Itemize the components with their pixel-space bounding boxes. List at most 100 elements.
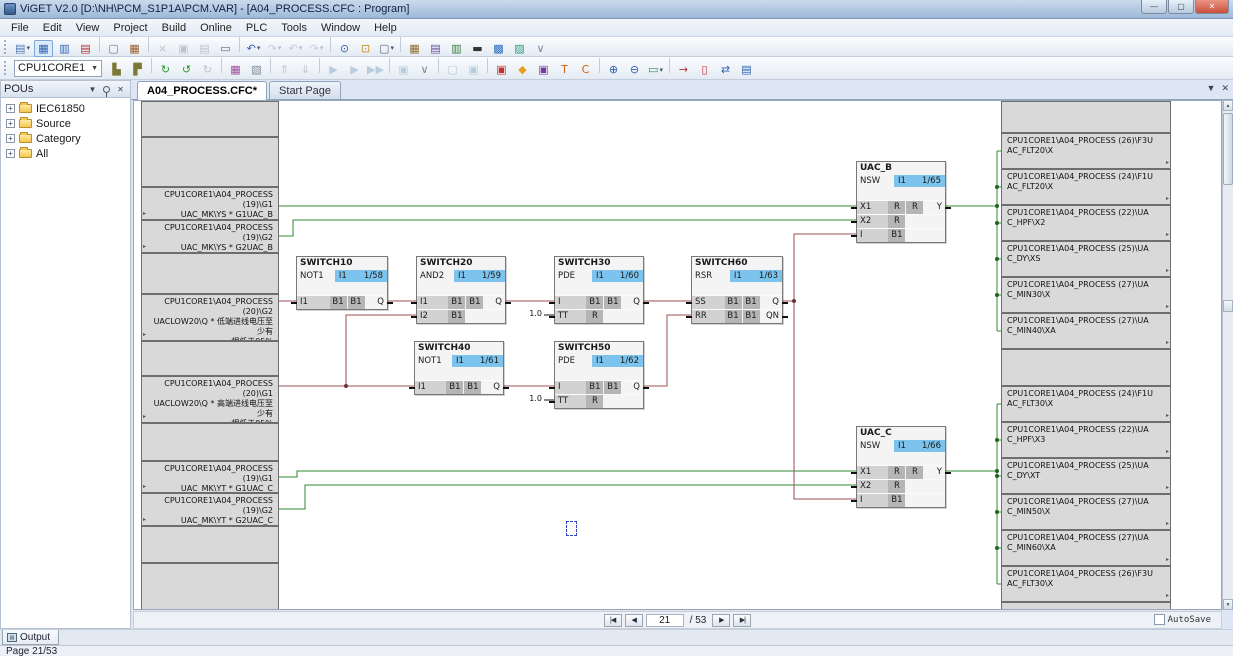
toolbar-overflow[interactable]: ∨ bbox=[531, 40, 550, 57]
save-all-button[interactable]: ▥ bbox=[55, 40, 74, 57]
navigate-forward-button[interactable]: ↷ bbox=[307, 40, 326, 57]
toolbar-grip[interactable] bbox=[4, 40, 8, 54]
package-button[interactable]: ▦ bbox=[125, 40, 144, 57]
left-margin-connector[interactable]: CPU1CORE1\A04_PROCESS (19)\G2 UAC_MK\YS … bbox=[141, 220, 279, 253]
plc-debug-button[interactable]: ▣ bbox=[534, 61, 553, 78]
preview-button[interactable]: ▧ bbox=[247, 61, 266, 78]
zoom-fit-button[interactable]: ▭ bbox=[646, 61, 665, 78]
export-button[interactable]: ▤ bbox=[76, 40, 95, 57]
right-margin-connector[interactable]: CPU1CORE1\A04_PROCESS (27)\UA C_MIN30\X▸ bbox=[1001, 277, 1171, 313]
new-file-button[interactable]: ▤ bbox=[13, 40, 32, 57]
scrollbar-marker[interactable] bbox=[1223, 300, 1233, 312]
left-margin-connector[interactable]: CPU1CORE1\A04_PROCESS (20)\G2 UACLOW20\Q… bbox=[141, 294, 279, 341]
page-setup-button[interactable]: ▢ bbox=[104, 40, 123, 57]
function-block-uac_c[interactable]: UAC_CNSWI11/66X1RRYX2RIB1 bbox=[856, 426, 946, 508]
output-window-button[interactable]: ▬ bbox=[468, 40, 487, 57]
input-pin[interactable]: I1B1 bbox=[417, 296, 465, 309]
run-button[interactable]: ▶ bbox=[324, 61, 343, 78]
right-margin-connector[interactable]: CPU1CORE1\A04_PROCESS (22)\UA C_HPF\X3▸ bbox=[1001, 422, 1171, 458]
redo-button[interactable]: ↷ bbox=[265, 40, 284, 57]
function-block-switch20[interactable]: SWITCH20AND2I11/59I1B1B1QI2B1 bbox=[416, 256, 506, 324]
cfc-page[interactable]: CPU1CORE1\A04_PROCESS (19)\G1 UAC_MK\YS … bbox=[133, 100, 1222, 610]
toolbar-overflow[interactable]: ∨ bbox=[415, 61, 434, 78]
stop-button[interactable]: ▣ bbox=[394, 61, 413, 78]
scroll-down-icon[interactable]: ▼ bbox=[1223, 599, 1233, 610]
menu-plc[interactable]: PLC bbox=[239, 21, 274, 35]
right-margin-connector-empty[interactable] bbox=[1001, 349, 1171, 386]
type-t-button[interactable]: T bbox=[555, 61, 574, 78]
left-margin-connector-empty[interactable] bbox=[141, 563, 279, 610]
plc-connect-button[interactable]: ◆ bbox=[513, 61, 532, 78]
copy-button[interactable]: ▣ bbox=[174, 40, 193, 57]
maximize-button[interactable]: ▢ bbox=[1168, 0, 1194, 14]
menu-file[interactable]: File bbox=[4, 21, 36, 35]
output-panel-tab[interactable]: ▤ Output bbox=[2, 630, 59, 645]
constant-value[interactable]: 1.0 bbox=[516, 394, 542, 403]
print-button[interactable]: ▭ bbox=[216, 40, 235, 57]
plc-monitor-button[interactable]: ▣ bbox=[492, 61, 511, 78]
window-list-button[interactable]: ▢ bbox=[377, 40, 396, 57]
expand-icon[interactable]: + bbox=[6, 119, 15, 128]
pointer-mode-button[interactable]: → bbox=[674, 61, 693, 78]
output-pin[interactable]: Q bbox=[481, 381, 503, 394]
tree-item-all[interactable]: +All bbox=[1, 146, 130, 161]
function-block-switch50[interactable]: SWITCH50PDEI11/62IB1B1QTTR bbox=[554, 341, 644, 409]
last-page-button[interactable]: ▶| bbox=[733, 614, 751, 627]
left-margin-connector-empty[interactable] bbox=[141, 423, 279, 461]
toolbox-button[interactable]: ▥ bbox=[447, 40, 466, 57]
cut-button[interactable]: ⨯ bbox=[153, 40, 172, 57]
input-pin[interactable]: IB1 bbox=[857, 229, 905, 242]
right-margin-connector-empty[interactable] bbox=[1001, 101, 1171, 133]
right-margin-connector[interactable]: CPU1CORE1\A04_PROCESS (22)\UA C_HPF\X2▸ bbox=[1001, 205, 1171, 241]
right-margin-connector[interactable]: CPU1CORE1\A04_PROCESS (27)\UA C_MIN50\X▸ bbox=[1001, 494, 1171, 530]
chevron-down-icon[interactable]: ▼ bbox=[86, 83, 99, 96]
left-margin-connector[interactable]: CPU1CORE1\A04_PROCESS (19)\G2 UAC_MK\YT … bbox=[141, 493, 279, 526]
input-pin[interactable]: IB1 bbox=[857, 494, 905, 507]
tag-button[interactable]: ▯ bbox=[695, 61, 714, 78]
input-pin[interactable]: X2R bbox=[857, 215, 905, 228]
input-pin[interactable]: X2R bbox=[857, 480, 905, 493]
output-pin[interactable]: Q bbox=[621, 381, 643, 394]
tab-a04-process-cfc[interactable]: A04_PROCESS.CFC* bbox=[137, 81, 267, 100]
zoom-in-button[interactable]: ⊕ bbox=[604, 61, 623, 78]
input-pin[interactable]: RRB1 bbox=[692, 310, 742, 323]
right-margin-connector[interactable]: CPU1CORE1\A04_PROCESS (25)\UA C_DY\XT▸ bbox=[1001, 458, 1171, 494]
step-over-button[interactable]: ▶▶ bbox=[366, 61, 385, 78]
tree-item-iec61850[interactable]: +IEC61850 bbox=[1, 101, 130, 116]
vertical-scrollbar[interactable]: ▲ ▼ bbox=[1222, 100, 1233, 610]
cpu-selector[interactable]: CPU1CORE1▼ bbox=[14, 60, 102, 77]
output-pin[interactable]: Q bbox=[483, 296, 505, 309]
output-pin[interactable]: Q bbox=[621, 296, 643, 309]
compare-button[interactable]: ▢ bbox=[443, 61, 462, 78]
right-margin-connector[interactable]: CPU1CORE1\A04_PROCESS (25)\UA C_DY\XS▸ bbox=[1001, 241, 1171, 277]
menu-build[interactable]: Build bbox=[155, 21, 193, 35]
autosave-checkbox[interactable] bbox=[1154, 614, 1165, 625]
left-margin-connector-empty[interactable] bbox=[141, 101, 279, 137]
layers-button[interactable]: ▤ bbox=[737, 61, 756, 78]
prev-page-button[interactable]: ◀ bbox=[625, 614, 643, 627]
expand-icon[interactable]: + bbox=[6, 104, 15, 113]
tab-start-page[interactable]: Start Page bbox=[269, 81, 341, 99]
input-pin[interactable]: I1B1 bbox=[415, 381, 463, 394]
save-button[interactable]: ▦ bbox=[34, 40, 53, 57]
watch-window-button[interactable]: ▩ bbox=[489, 40, 508, 57]
menu-edit[interactable]: Edit bbox=[36, 21, 69, 35]
input-pin[interactable]: IB1 bbox=[555, 296, 603, 309]
toolbar-grip[interactable] bbox=[4, 61, 8, 75]
close-button[interactable]: ✕ bbox=[1195, 0, 1229, 14]
function-block-switch30[interactable]: SWITCH30PDEI11/60IB1B1QTTR bbox=[554, 256, 644, 324]
download-plc-button[interactable]: ⇓ bbox=[296, 61, 315, 78]
left-margin-connector-empty[interactable] bbox=[141, 137, 279, 187]
menu-view[interactable]: View bbox=[69, 21, 107, 35]
right-margin-connector[interactable]: CPU1CORE1\A04_PROCESS (24)\F1U AC_FLT20\… bbox=[1001, 169, 1171, 205]
solution-explorer-button[interactable]: ▦ bbox=[405, 40, 424, 57]
properties-window-button[interactable]: ▤ bbox=[426, 40, 445, 57]
tree-item-source[interactable]: +Source bbox=[1, 116, 130, 131]
output-pin[interactable]: Y bbox=[923, 201, 945, 214]
input-pin[interactable]: I1B1 bbox=[297, 296, 347, 309]
right-margin-connector[interactable]: CPU1CORE1\A04_PROCESS (27)\UA C_MIN40\XA… bbox=[1001, 313, 1171, 349]
paste-button[interactable]: ▤ bbox=[195, 40, 214, 57]
rebuild-button[interactable]: ▛ bbox=[128, 61, 147, 78]
close-document-icon[interactable]: ✕ bbox=[1221, 83, 1229, 94]
output-pin[interactable]: Y bbox=[923, 466, 945, 479]
